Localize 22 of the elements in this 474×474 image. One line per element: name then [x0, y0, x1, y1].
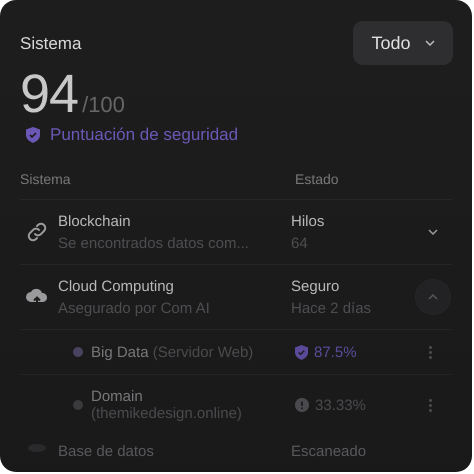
shield-icon: [26, 127, 40, 143]
chevron-down-icon: [428, 229, 438, 235]
score-value: 94: [20, 63, 78, 125]
item-percentage: 87.5%: [314, 344, 357, 360]
system-name: Cloud Computing: [58, 278, 175, 294]
expand-toggle[interactable]: [416, 280, 450, 314]
status-label: Escaneado: [291, 443, 368, 460]
column-header: Estado: [295, 171, 339, 187]
alert-icon: [295, 398, 309, 412]
link-icon: [26, 221, 48, 243]
system-name: Blockchain: [58, 212, 132, 230]
column-header: Sistema: [20, 171, 72, 187]
card-title: Sistema: [20, 34, 82, 54]
chevron-up-icon: [428, 294, 438, 300]
filter-dropdown[interactable]: Todo: [353, 21, 453, 65]
status-label: Seguro: [291, 278, 340, 294]
system-name: Base de datos: [58, 443, 155, 460]
status-label: Hilos: [291, 212, 326, 230]
score-max: /100: [82, 92, 125, 118]
shield-icon: [295, 344, 308, 360]
chevron-down-icon: [424, 40, 435, 46]
score-label: Puntuación de seguridad: [50, 125, 238, 145]
